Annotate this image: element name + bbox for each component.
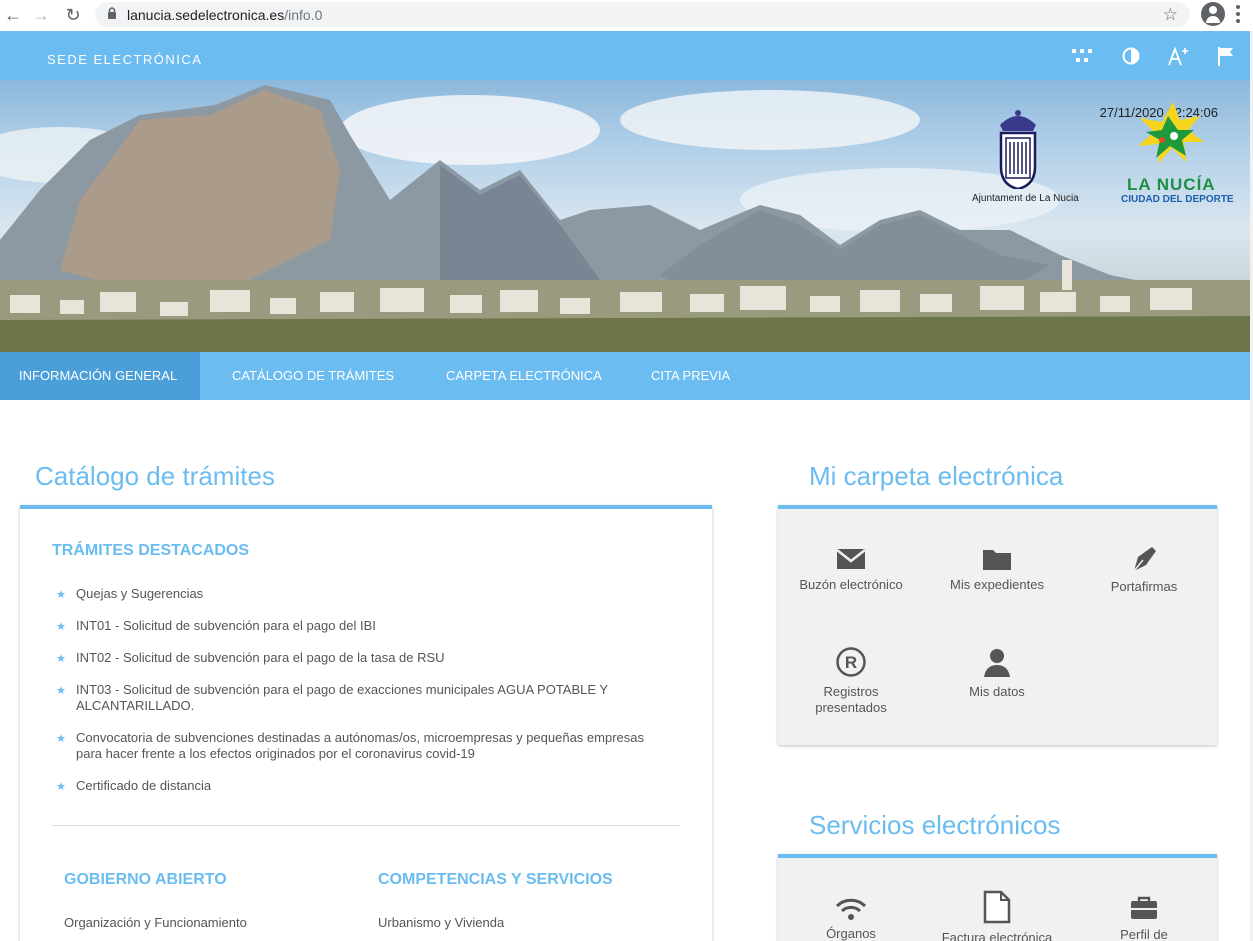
menu-kebab-icon[interactable]: [1236, 5, 1240, 25]
svg-text:R: R: [845, 653, 857, 672]
briefcase-icon: [1131, 896, 1157, 919]
featured-heading: TRÁMITES DESTACADOS: [52, 542, 250, 559]
tile-expedientes[interactable]: Mis expedientes: [936, 547, 1058, 593]
la-nucia-star-logo: [1138, 102, 1204, 164]
site-brand[interactable]: SEDE ELECTRÓNICA: [47, 52, 202, 67]
town-subtitle: CIUDAD DEL DEPORTE: [1121, 194, 1234, 205]
comp-heading: COMPETENCIAS Y SERVICIOS: [378, 871, 613, 888]
url-path: /info.0: [284, 6, 323, 23]
pen-icon: [1133, 547, 1156, 572]
star-bullet-icon: ★: [56, 589, 66, 601]
star-bullet-icon: ★: [56, 621, 66, 633]
forward-icon[interactable]: →: [28, 2, 54, 28]
tile-portafirmas[interactable]: Portafirmas: [1083, 545, 1205, 595]
tile-perfil[interactable]: Perfil de: [1083, 895, 1205, 941]
gov-heading: GOBIERNO ABIERTO: [64, 871, 227, 888]
flag-icon[interactable]: [1215, 45, 1237, 67]
nav-carpeta-electronica[interactable]: CARPETA ELECTRÓNICA: [446, 352, 602, 400]
tile-buzon[interactable]: Buzón electrónico: [790, 547, 912, 593]
lock-icon: [107, 6, 117, 23]
star-bullet-icon: ★: [56, 733, 66, 745]
main-nav: INFORMACIÓN GENERAL CATÁLOGO DE TRÁMITES…: [0, 352, 1250, 400]
nav-cita-previa[interactable]: CITA PREVIA: [651, 352, 730, 400]
profile-icon[interactable]: [1201, 2, 1225, 26]
font-size-icon[interactable]: [1168, 45, 1190, 67]
registered-icon: R: [836, 647, 866, 677]
back-icon[interactable]: ←: [0, 2, 26, 28]
envelope-icon: [836, 549, 866, 569]
document-icon: [983, 890, 1011, 924]
sitemap-icon[interactable]: [1071, 45, 1093, 67]
coat-of-arms-icon: [999, 110, 1037, 189]
tile-mis-datos[interactable]: Mis datos: [936, 646, 1058, 700]
town-title: LA NUCÍA: [1127, 175, 1216, 194]
star-bullet-icon: ★: [56, 685, 66, 697]
star-bullet-icon: ★: [56, 653, 66, 665]
featured-item[interactable]: INT02 - Solicitud de subvención para el …: [76, 650, 445, 666]
servicios-title: Servicios electrónicos: [809, 810, 1061, 840]
tile-organos[interactable]: Órganos: [790, 892, 912, 941]
featured-item[interactable]: Quejas y Sugerencias: [76, 586, 203, 602]
url-domain: lanucia.sedelectronica.es: [127, 6, 285, 23]
reload-icon[interactable]: ↻: [60, 2, 86, 28]
mountain-landscape-image: [0, 85, 1250, 352]
tile-factura[interactable]: Factura electrónica: [936, 890, 1058, 941]
contrast-icon[interactable]: [1120, 45, 1142, 67]
nav-catalogo-tramites[interactable]: CATÁLOGO DE TRÁMITES: [232, 352, 394, 400]
site-topbar: SEDE ELECTRÓNICA: [0, 31, 1250, 80]
gov-item[interactable]: Organización y Funcionamiento: [64, 915, 247, 931]
featured-item[interactable]: Convocatoria de subvenciones destinadas …: [76, 730, 676, 762]
address-bar[interactable]: lanucia.sedelectronica.es/info.0 ☆: [95, 2, 1190, 27]
browser-toolbar: ← → ↻ lanucia.sedelectronica.es/info.0 ☆: [0, 0, 1253, 31]
folder-icon: [983, 550, 1011, 570]
featured-item[interactable]: INT03 - Solicitud de subvención para el …: [76, 682, 676, 714]
carpeta-title: Mi carpeta electrónica: [809, 461, 1064, 491]
catalog-divider: [52, 825, 680, 826]
featured-item[interactable]: Certificado de distancia: [76, 778, 211, 794]
council-label: Ajuntament de La Nucia: [972, 193, 1079, 204]
bookmark-star-icon[interactable]: ☆: [1163, 5, 1178, 25]
catalog-title: Catálogo de trámites: [35, 461, 275, 491]
tile-registros[interactable]: R Registros presentados: [790, 646, 912, 716]
user-icon: [984, 649, 1010, 677]
comp-item[interactable]: Urbanismo y Vivienda: [378, 915, 504, 931]
hero-banner: 27/11/2020 12:24:06 Ajuntament de La Nuc…: [0, 80, 1250, 352]
signal-icon: [835, 898, 867, 920]
nav-informacion-general[interactable]: INFORMACIÓN GENERAL: [0, 352, 200, 400]
star-bullet-icon: ★: [56, 781, 66, 793]
featured-item[interactable]: INT01 - Solicitud de subvención para el …: [76, 618, 376, 634]
